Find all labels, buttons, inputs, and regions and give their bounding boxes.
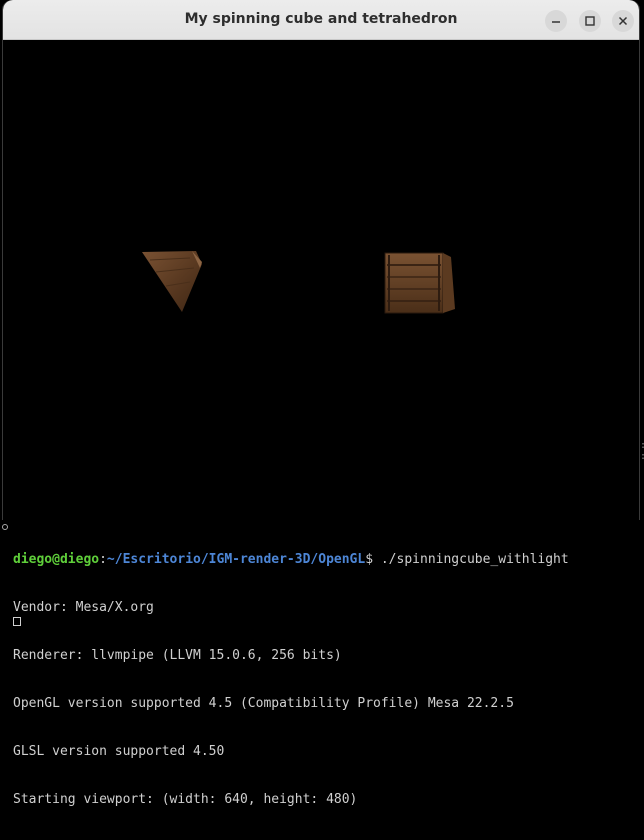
prompt-symbol: $ [365,552,381,567]
terminal-output-line: GLSL version supported 4.50 [13,744,225,759]
terminal-output-line: Renderer: llvmpipe (LLVM 15.0.6, 256 bit… [13,648,342,663]
window-titlebar[interactable]: My spinning cube and tetrahedron [3,0,639,40]
close-button[interactable] [612,10,634,32]
minimize-icon [552,21,560,23]
terminal-output-line: OpenGL version supported 4.5 (Compatibil… [13,696,514,711]
minimize-button[interactable] [545,10,567,32]
prompt-path: ~/Escritorio/IGM-render-3D/OpenGL [106,552,366,567]
prompt-command: ./spinningcube_withlight [380,552,569,567]
prompt-separator: : [99,552,107,567]
terminal-scroll-marker [2,524,8,530]
close-icon [618,16,628,26]
terminal-prompt-line: diego@diego:~/Escritorio/IGM-render-3D/O… [13,552,569,568]
tetrahedron-object [142,251,202,312]
terminal-output: diego@diego:~/Escritorio/IGM-render-3D/O… [13,520,569,840]
window-edge-marker: :: [640,440,644,480]
opengl-window[interactable]: My spinning cube and tetrahedron [2,0,640,520]
terminal-output-line: Starting viewport: (width: 640, height: … [13,792,358,807]
terminal-panel[interactable]: diego@diego:~/Escritorio/IGM-render-3D/O… [0,520,644,807]
gl-viewport[interactable] [3,40,639,520]
terminal-output-line: Vendor: Mesa/X.org [13,600,154,615]
cube-object [384,252,455,314]
window-title: My spinning cube and tetrahedron [184,11,458,27]
prompt-user: diego@diego [13,552,100,567]
maximize-button[interactable] [579,10,601,32]
maximize-icon [585,16,595,26]
